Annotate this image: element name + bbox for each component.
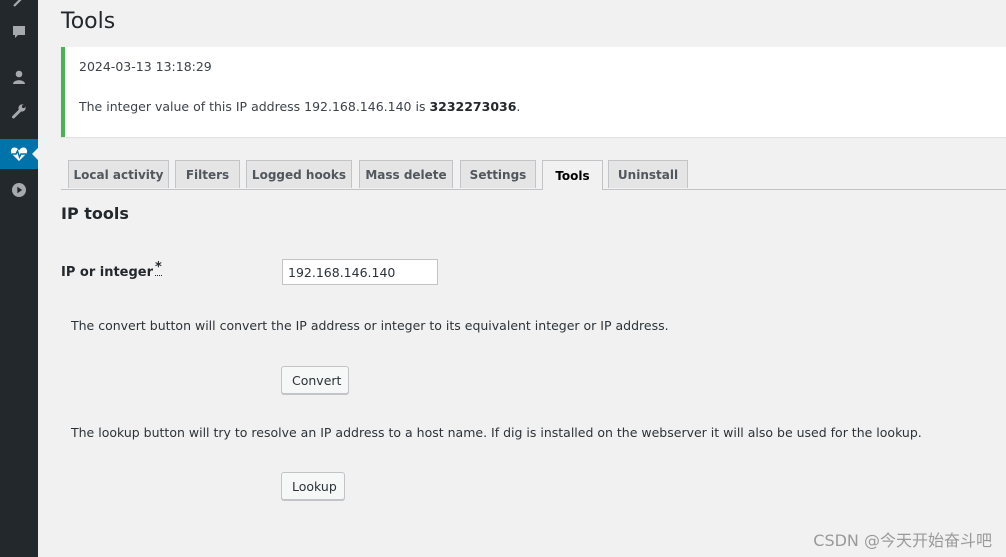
lookup-description: The lookup button will try to resolve an… <box>71 425 922 440</box>
section-title: IP tools <box>61 204 129 223</box>
lookup-button[interactable]: Lookup <box>281 472 345 500</box>
notice-message: The integer value of this IP address 192… <box>79 99 520 114</box>
convert-description: The convert button will convert the IP a… <box>71 318 669 333</box>
page-title: Tools <box>61 9 116 34</box>
users-icon[interactable] <box>0 62 38 92</box>
required-marker: * <box>155 260 162 276</box>
tab-local-activity[interactable]: Local activity <box>68 160 169 188</box>
admin-sidebar <box>0 0 38 557</box>
notice-message-suffix: . <box>516 99 521 114</box>
tools-icon[interactable] <box>0 0 38 16</box>
watermark: CSDN @今天开始奋斗吧 <box>813 531 992 550</box>
comments-icon[interactable] <box>0 17 38 47</box>
ip-input[interactable] <box>282 259 438 285</box>
tab-uninstall[interactable]: Uninstall <box>608 160 688 188</box>
convert-button[interactable]: Convert <box>281 366 349 394</box>
ip-field-label: IP or integer * <box>61 260 162 280</box>
tab-settings[interactable]: Settings <box>460 160 536 188</box>
play-icon[interactable] <box>0 175 38 205</box>
tab-bar: Local activity Filters Logged hooks Mass… <box>61 160 1006 190</box>
notice-integer-value: 3232273036 <box>429 99 517 114</box>
notice-message-prefix: The integer value of this IP address 192… <box>79 99 430 114</box>
wrench-icon[interactable] <box>0 96 38 126</box>
ip-field-label-text: IP or integer <box>61 265 154 280</box>
tab-logged-hooks[interactable]: Logged hooks <box>246 160 352 188</box>
tab-mass-delete[interactable]: Mass delete <box>359 160 453 188</box>
heartbeat-icon[interactable] <box>0 139 38 169</box>
notice-timestamp: 2024-03-13 13:18:29 <box>79 59 212 74</box>
success-notice: 2024-03-13 13:18:29 The integer value of… <box>61 47 1006 137</box>
tab-tools[interactable]: Tools <box>542 160 603 190</box>
tab-filters[interactable]: Filters <box>175 160 240 188</box>
